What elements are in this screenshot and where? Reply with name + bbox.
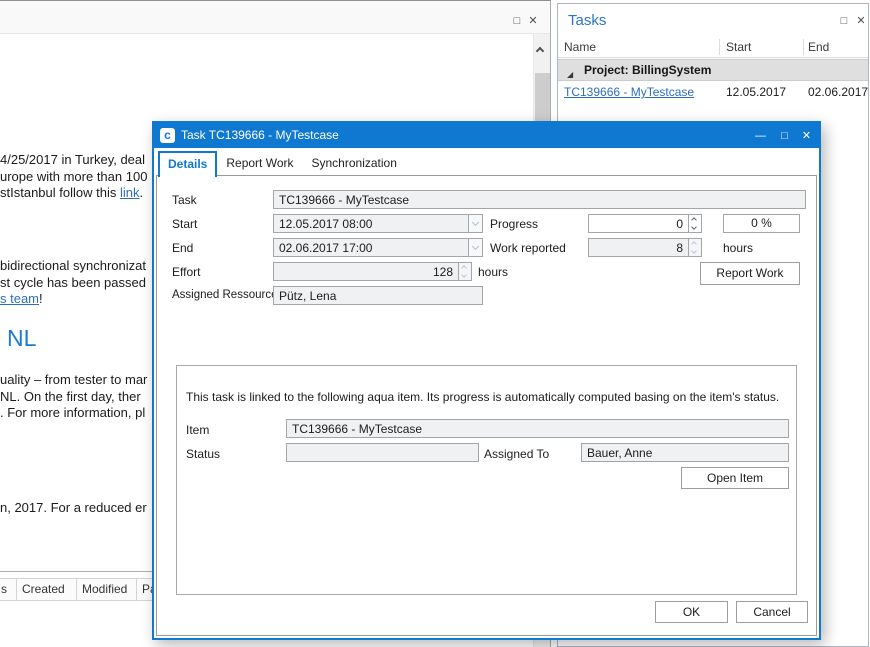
assigned-resource-field: Pütz, Lena [273, 286, 483, 305]
column-header-created[interactable]: Created [17, 579, 77, 600]
scroll-up-icon[interactable] [537, 48, 547, 58]
effort-unit: hours [478, 265, 508, 279]
spin-down-icon[interactable] [689, 224, 701, 233]
linked-item-info-text: This task is linked to the following aqu… [186, 390, 779, 404]
group-row-project[interactable]: ◢ Project: BillingSystem [558, 59, 868, 81]
spin-down-icon [459, 272, 471, 281]
report-work-button[interactable]: Report Work [700, 262, 800, 285]
work-reported-unit: hours [723, 241, 753, 255]
doc-line-text: ! [39, 291, 43, 306]
tab-details[interactable]: Details [158, 151, 217, 177]
close-icon[interactable]: ✕ [798, 128, 815, 144]
maximize-icon[interactable]: □ [837, 14, 851, 28]
start-value: 12.05.2017 08:00 [273, 214, 468, 233]
doc-line: . For more information, pl [0, 405, 145, 420]
spin-buttons [458, 262, 472, 281]
linked-item-groupbox: This task is linked to the following aqu… [176, 365, 797, 595]
progress-label: Progress [490, 217, 538, 231]
doc-line: stIstanbul follow this link. [0, 185, 143, 200]
end-datetime-picker: 02.06.2017 17:00 [273, 238, 483, 257]
task-link[interactable]: TC139666 - MyTestcase [564, 82, 694, 102]
end-value: 02.06.2017 17:00 [273, 238, 468, 257]
dialog-titlebar[interactable]: c Task TC139666 - MyTestcase — □ ✕ [154, 123, 819, 148]
assigned-to-label: Assigned To [484, 447, 549, 461]
tab-report-work[interactable]: Report Work [217, 151, 302, 177]
spin-buttons [688, 238, 702, 257]
start-label: Start [172, 217, 197, 231]
maximize-icon[interactable]: □ [776, 128, 793, 144]
spin-down-icon [689, 248, 701, 257]
chevron-down-icon [468, 238, 483, 257]
close-icon[interactable]: ✕ [526, 14, 540, 28]
doc-line: s team! [0, 291, 43, 306]
tasks-grid-header: Name Start End [558, 37, 868, 58]
group-row-label: Project: BillingSystem [584, 60, 711, 80]
doc-line: 4/25/2017 in Turkey, deal [0, 152, 145, 167]
dialog-title: Task TC139666 - MyTestcase [181, 128, 339, 142]
doc-line-text: stIstanbul follow this [0, 185, 120, 200]
close-icon[interactable]: ✕ [854, 14, 868, 28]
doc-heading: NL [7, 325, 36, 352]
effort-label: Effort [172, 265, 200, 279]
progress-spinner[interactable]: 0 [588, 214, 702, 233]
progress-bar: 0 % [723, 214, 800, 233]
column-header-name[interactable]: Name [564, 37, 596, 58]
spin-up-icon [459, 263, 471, 272]
app-logo-icon: c [160, 128, 175, 143]
column-header-start[interactable]: Start [726, 37, 751, 58]
ok-button[interactable]: OK [655, 601, 728, 623]
item-label: Item [186, 423, 209, 437]
doc-line: n, 2017. For a reduced er [0, 500, 147, 515]
column-header-end[interactable]: End [808, 37, 829, 58]
start-datetime-picker: 12.05.2017 08:00 [273, 214, 483, 233]
status-field [286, 443, 479, 462]
column-divider[interactable] [803, 39, 804, 55]
spin-up-icon [689, 239, 701, 248]
work-reported-spinner: 8 [588, 238, 702, 257]
tab-synchronization[interactable]: Synchronization [303, 151, 406, 177]
column-divider[interactable] [719, 39, 720, 55]
doc-line: NL. On the first day, ther [0, 389, 141, 404]
doc-line: urope with more than 100 [0, 169, 147, 184]
assigned-resource-label: Assigned Ressource [172, 289, 277, 301]
document-window-titlebar: □ ✕ [0, 1, 550, 34]
doc-hyperlink[interactable]: link [120, 185, 140, 200]
effort-value: 128 [273, 262, 458, 281]
cancel-button[interactable]: Cancel [736, 601, 808, 623]
work-reported-value: 8 [588, 238, 688, 257]
task-row[interactable]: TC139666 - MyTestcase 12.05.2017 02.06.2… [558, 82, 868, 103]
progress-value[interactable]: 0 [588, 214, 688, 233]
task-start-date: 12.05.2017 [726, 82, 786, 102]
doc-line: bidirectional synchronizat [0, 258, 146, 273]
task-dialog: c Task TC139666 - MyTestcase — □ ✕ Detai… [152, 121, 821, 640]
tasks-window-title: Tasks [568, 12, 606, 29]
desktop: □ ✕ 4/25/2017 in Turkey, deal urope with… [0, 0, 870, 647]
column-header[interactable]: s [0, 579, 17, 600]
tab-strip: Details Report Work Synchronization [158, 151, 406, 177]
open-item-button[interactable]: Open Item [681, 467, 789, 489]
end-label: End [172, 241, 193, 255]
work-reported-label: Work reported [490, 241, 566, 255]
doc-line: uality – from tester to mar [0, 372, 147, 387]
minimize-icon[interactable]: — [752, 128, 769, 144]
doc-line-text: . [139, 185, 143, 200]
column-header-modified[interactable]: Modified [77, 579, 137, 600]
doc-hyperlink[interactable]: s team [0, 291, 39, 306]
status-label: Status [186, 447, 220, 461]
spin-up-icon[interactable] [689, 215, 701, 224]
effort-spinner: 128 [273, 262, 472, 281]
task-field: TC139666 - MyTestcase [273, 190, 806, 209]
item-field: TC139666 - MyTestcase [286, 419, 789, 438]
task-end-date: 02.06.2017 [808, 82, 868, 102]
spin-buttons[interactable] [688, 214, 702, 233]
maximize-icon[interactable]: □ [510, 14, 524, 28]
chevron-down-icon [468, 214, 483, 233]
assigned-to-field: Bauer, Anne [581, 443, 789, 462]
task-label: Task [172, 193, 197, 207]
doc-line: st cycle has been passed [0, 275, 146, 290]
